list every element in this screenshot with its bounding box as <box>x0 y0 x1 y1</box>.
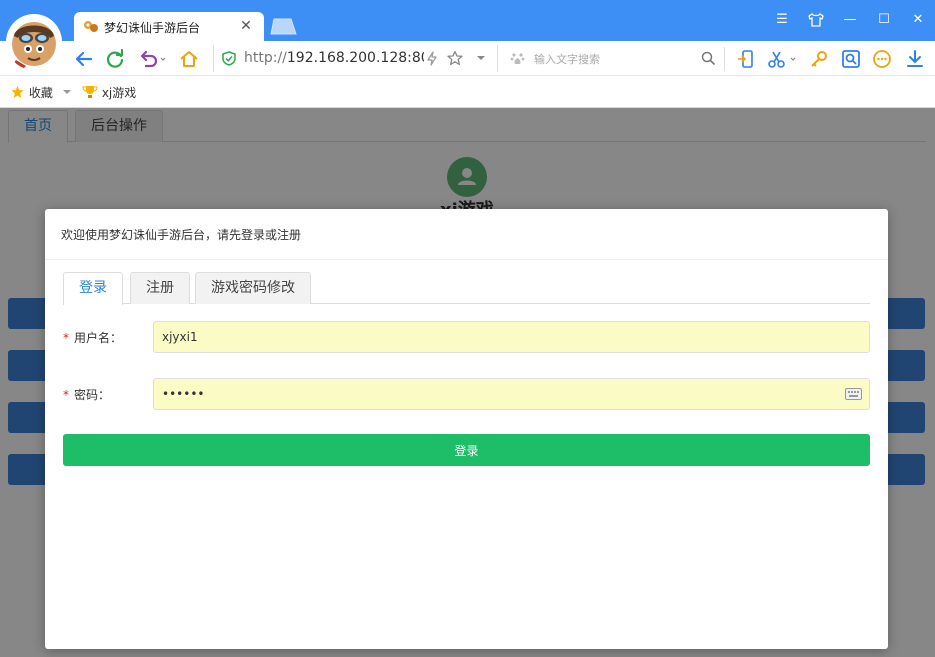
tab-change-game-password[interactable]: 游戏密码修改 <box>195 272 311 304</box>
browser-tab-active[interactable]: 梦幻诛仙手游后台 ✕ <box>74 12 264 42</box>
shirt-icon[interactable] <box>805 10 827 30</box>
secure-shield-icon <box>222 51 236 66</box>
more-options-icon[interactable] <box>871 48 893 70</box>
home-icon[interactable] <box>178 48 200 70</box>
required-mark: * <box>63 388 69 402</box>
search-box[interactable]: 输入文字搜索 <box>505 45 720 72</box>
dialog-title: 欢迎使用梦幻诛仙手游后台，请先登录或注册 <box>45 209 888 260</box>
minimize-icon[interactable]: — <box>839 10 861 30</box>
maximize-icon[interactable]: ☐ <box>873 10 895 30</box>
address-bar[interactable]: http://192.168.200.128:8080 <box>213 45 498 72</box>
browser-navbar: http://192.168.200.128:8080 输入文字搜索 <box>0 41 935 76</box>
url-text[interactable]: http://192.168.200.128:8080 <box>244 50 424 66</box>
chevron-down-icon <box>62 90 71 94</box>
address-dropdown-icon[interactable] <box>476 55 486 61</box>
lightning-icon[interactable] <box>426 51 438 66</box>
username-label-text: 用户名： <box>74 331 123 345</box>
password-label-text: 密码： <box>74 388 111 402</box>
url-scheme: http:// <box>244 50 287 66</box>
login-dialog: 欢迎使用梦幻诛仙手游后台，请先登录或注册 登录 注册 游戏密码修改 * 用户名： … <box>45 209 888 649</box>
required-mark: * <box>63 331 69 345</box>
phone-sync-icon[interactable] <box>735 48 757 70</box>
key-icon[interactable] <box>808 48 830 70</box>
username-input[interactable] <box>153 321 870 353</box>
username-label: * 用户名： <box>63 329 122 346</box>
browser-titlebar: 梦幻诛仙手游后台 ✕ ☰ — ☐ ✕ <box>0 0 935 42</box>
bookmark-label: xj游戏 <box>101 86 137 100</box>
keyboard-icon[interactable] <box>845 388 862 400</box>
bookmark-xj-game[interactable]: xj游戏 <box>82 84 136 101</box>
game-favicon-icon <box>84 21 98 32</box>
back-arrow-icon[interactable] <box>73 48 95 70</box>
browser-tab-title: 梦幻诛仙手游后台 <box>104 21 201 35</box>
new-tab-icon[interactable] <box>269 18 297 35</box>
url-host: 192.168.200.128:8080 <box>286 50 424 66</box>
baidu-paw-icon <box>510 53 525 64</box>
window-close-icon[interactable]: ✕ <box>907 10 929 30</box>
password-input[interactable] <box>153 378 870 410</box>
trophy-icon <box>82 86 98 98</box>
star-icon <box>11 85 24 99</box>
refresh-icon[interactable] <box>104 48 126 70</box>
security-scan-icon[interactable] <box>840 48 862 70</box>
search-placeholder: 输入文字搜索 <box>534 53 600 66</box>
bookmark-favorites[interactable]: 收藏 <box>10 84 71 101</box>
search-icon[interactable] <box>701 51 716 66</box>
favorite-star-icon[interactable] <box>447 50 463 66</box>
login-submit-button[interactable]: 登录 <box>63 434 870 466</box>
bookmarks-bar: 收藏 xj游戏 <box>0 76 935 108</box>
download-icon[interactable] <box>904 48 926 70</box>
tab-close-icon[interactable]: ✕ <box>238 18 254 34</box>
tab-register[interactable]: 注册 <box>130 272 190 304</box>
password-label: * 密码： <box>63 386 110 403</box>
browser-logo <box>6 14 62 70</box>
toolbar-divider <box>724 47 725 71</box>
screenshot-scissors-icon[interactable] <box>766 48 798 70</box>
menu-icon[interactable]: ☰ <box>771 10 793 30</box>
undo-dropdown-icon[interactable] <box>137 48 167 70</box>
dialog-tab-bar: 登录 注册 游戏密码修改 <box>63 272 870 305</box>
bookmark-label: 收藏 <box>28 86 53 100</box>
tab-login[interactable]: 登录 <box>63 272 123 305</box>
mascot-icon <box>12 22 56 70</box>
